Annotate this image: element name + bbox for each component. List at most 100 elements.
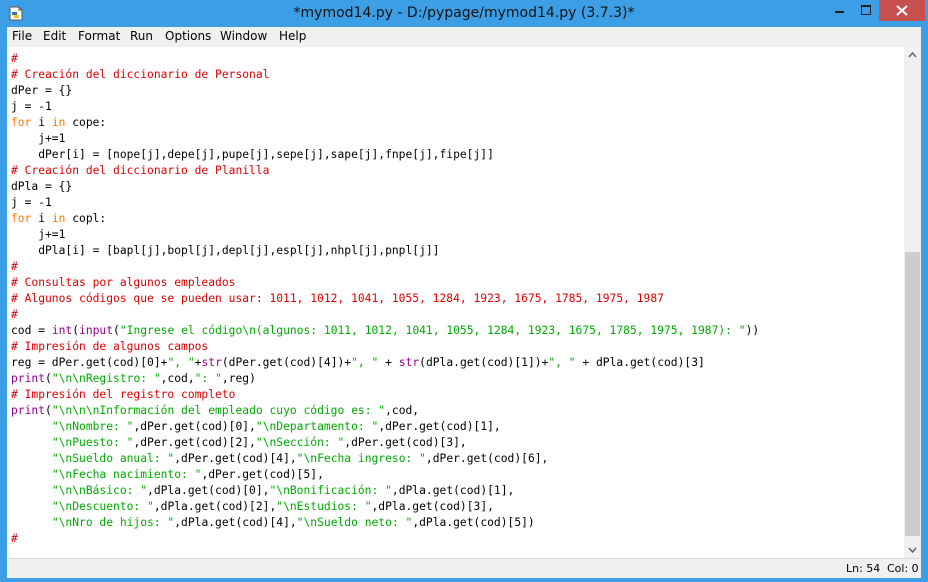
code-token: # [11,52,18,65]
code-line: j = -1 [11,196,52,209]
code-line: reg = dPer.get(cod)[0]+", "+str(dPer.get… [11,356,705,369]
maximize-icon [861,5,871,15]
code-line: for i in cope: [11,116,106,129]
code-token: "\n\nBásico: " [51,484,148,497]
menu-run[interactable]: Run [130,27,153,47]
menu-edit[interactable]: Edit [43,27,66,47]
code-token: ,dPla.get(cod)[1], [391,484,515,497]
code-token: ,dPla.get(cod)[3], [371,500,494,513]
code-token: ": " [194,372,222,385]
close-icon [896,5,908,16]
vertical-scrollbar[interactable] [904,47,921,558]
code-line: # Impresión de algunos campos [11,340,208,353]
code-line: j = -1 [11,100,52,113]
code-line: "\nNro de hijos: ",dPla.get(cod)[4],"\nS… [11,516,535,529]
code-token: "\nEstudios: " [276,500,372,513]
code-token: ,dPer.get(cod)[0], [133,420,256,433]
code-token: i [31,212,52,225]
menu-window[interactable]: Window [220,27,267,47]
code-token: ,cod, [160,372,195,385]
code-line: dPer[i] = [nope[j],depe[j],pupe[j],sepe[… [11,148,494,161]
code-line: print("\n\n\nInformación del empleado cu… [11,404,419,417]
code-line: # Consultas por algunos empleados [11,276,235,289]
code-token: reg = dPer.get(cod)[0]+ [11,356,168,369]
code-token: input [79,324,114,337]
code-token: ( [72,324,80,337]
code-line: dPer = {} [11,84,72,97]
code-line: # Creación del diccionario de Planilla [11,164,269,177]
code-token: "\nFecha nacimiento: " [51,468,202,481]
code-token: copl: [65,212,107,225]
code-token: # [11,308,18,321]
menu-help[interactable]: Help [279,27,306,47]
menu-options[interactable]: Options [165,27,211,47]
code-token: ,dPer.get(cod)[4], [174,452,297,465]
code-token: "\nPuesto: " [51,436,134,449]
code-token: ,dPer.get(cod)[1], [378,420,501,433]
code-line: # [11,52,18,65]
code-token: "\nFecha ingreso: " [296,452,426,465]
code-line: "\nDescuento: ",dPla.get(cod)[2],"\nEstu… [11,500,494,513]
minimize-button[interactable] [826,0,853,21]
code-token: + [378,356,399,369]
code-line: # Impresión del registro completo [11,388,235,401]
window-title: *mymod14.py - D:/pypage/mymod14.py (3.7.… [293,5,635,21]
menu-bar: File Edit Format Run Options Window Help [7,27,921,47]
code-token: ,dPer.get(cod)[6], [425,452,549,465]
code-line: cod = int(input("Ingrese el código\n(alg… [11,324,759,337]
status-bar: Ln: 54 Col: 0 [7,558,921,578]
code-token: ,dPla.get(cod)[0], [147,484,270,497]
code-token: # Impresión del registro completo [11,388,236,401]
code-line: for i in copl: [11,212,106,225]
code-token: ,dPer.get(cod)[2], [133,436,256,449]
code-line: # [11,532,18,545]
scroll-up-arrow-icon [908,51,917,58]
close-button[interactable] [879,0,925,21]
code-token: "\nDescuento: " [51,500,154,513]
code-token: j = -1 [11,196,52,209]
maximize-button[interactable] [853,0,879,21]
code-token: # [11,260,18,273]
code-line: j+=1 [11,228,65,241]
code-token: print [11,404,46,417]
code-token: "\nSueldo anual: " [51,452,175,465]
code-token: j+=1 [11,132,66,145]
code-token: dPer[i] = [nope[j],depe[j],pupe[j],sepe[… [11,148,494,161]
scroll-up-button[interactable] [904,47,921,64]
code-line: "\nNombre: ",dPer.get(cod)[0],"\nDeparta… [11,420,501,433]
scroll-thumb[interactable] [905,252,920,536]
code-editor[interactable]: # # Creación del diccionario de Personal… [7,47,921,558]
code-token: j+=1 [11,228,66,241]
code-token: # Creación del diccionario de Planilla [11,164,270,177]
code-line: # [11,260,18,273]
code-token: # Creación del diccionario de Personal [11,68,270,81]
title-bar[interactable]: *mymod14.py - D:/pypage/mymod14.py (3.7.… [0,0,928,27]
code-token: i [31,116,52,129]
code-token: # [11,532,18,545]
code-token: )) [745,324,760,337]
code-token: in [51,116,66,129]
code-line: dPla[i] = [bapl[j],bopl[j],depl[j],espl[… [11,244,439,257]
code-text[interactable]: # # Creación del diccionario de Personal… [11,51,759,547]
code-line: j+=1 [11,132,65,145]
code-token: (dPer.get(cod)[4])+ [221,356,352,369]
menu-file[interactable]: File [12,27,32,47]
code-token: ,dPla.get(cod)[4], [174,516,297,529]
code-token: "\nBonificación: " [269,484,392,497]
code-line: dPla = {} [11,180,72,193]
status-line-number: Ln: 54 [846,562,881,575]
menu-format[interactable]: Format [78,27,120,47]
code-token: ", " [167,356,195,369]
code-line: # Algunos códigos que se pueden usar: 10… [11,292,664,305]
code-token: "\nSección: " [255,436,345,449]
code-token: for [11,212,32,225]
code-token: ( [113,324,120,337]
code-token: "Ingrese el código\n(algunos: 1011, 1012… [119,324,746,337]
scroll-down-button[interactable] [904,541,921,558]
code-token: ( [45,372,52,385]
